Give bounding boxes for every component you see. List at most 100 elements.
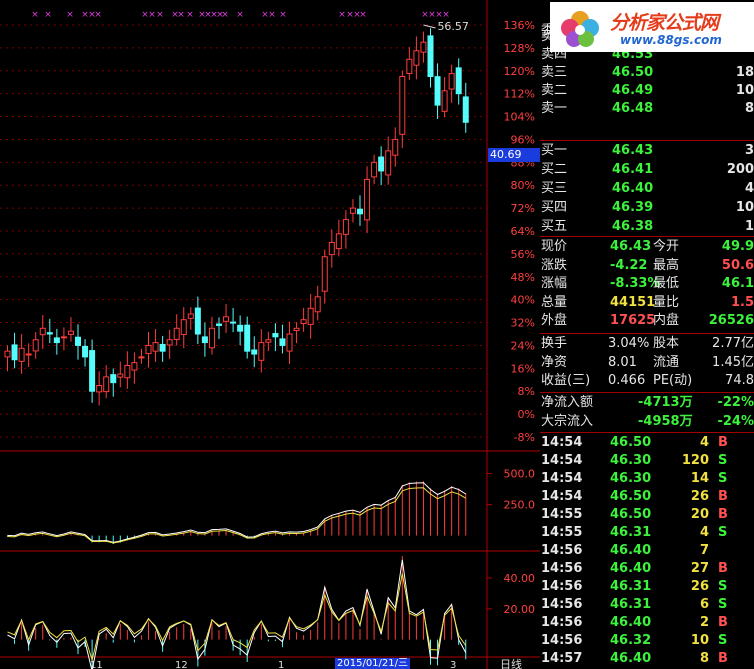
candle-body [237, 324, 244, 332]
tick-row: 14:56 46.31 6 S [540, 596, 754, 614]
quote-row: 总量 44151 量比 1.5 [540, 294, 754, 312]
candle-body [427, 35, 434, 77]
fundamental-label: 净资 [541, 354, 568, 370]
tick-side: B [718, 615, 728, 630]
candle-body [75, 336, 81, 346]
candle-body [208, 327, 215, 349]
bid-price: 46.40 [612, 181, 654, 196]
candle-body [4, 350, 11, 358]
tick-volume: 4 [699, 435, 709, 450]
price-axis-label: 120% [504, 65, 535, 78]
ask-row: 卖一 46.48 8 [540, 100, 754, 118]
signal-marker: × [44, 10, 52, 20]
bid-row: 买四 46.39 10 [540, 199, 754, 217]
candle-body [364, 179, 371, 221]
fundamental-label: 收益(三) [541, 373, 591, 388]
tick-price: 46.32 [610, 633, 652, 648]
bid-volume: 10 [735, 200, 754, 215]
ask-row: 卖二 46.49 10 [540, 82, 754, 100]
tick-row: 14:54 46.30 120 S [540, 452, 754, 470]
candle-body [378, 156, 385, 172]
tick-volume: 120 [681, 453, 709, 468]
candle-body [46, 332, 53, 335]
ask-row: 卖三 46.50 18 [540, 64, 754, 82]
kdj-axis-label: 40.00 [504, 572, 536, 585]
period-label: 日线 [500, 657, 522, 669]
bid-row: 买三 46.40 4 [540, 180, 754, 198]
tick-row: 14:54 46.50 4 B [540, 434, 754, 452]
tick-time: 14:56 [541, 579, 583, 594]
quote-value: 44151 [610, 294, 656, 310]
macd-axis-label: 250.0 [504, 499, 536, 512]
ask-volume: 18 [735, 65, 754, 80]
price-axis-label: 24% [511, 339, 535, 352]
ticks-divider [540, 432, 754, 433]
tick-price: 46.40 [610, 651, 652, 666]
fundamentals-divider [540, 333, 754, 334]
flow-row: 大宗流入 -4958万 -24% [540, 413, 754, 431]
price-axis-label: 48% [511, 271, 535, 284]
candle-body [272, 333, 279, 338]
tick-row: 14:56 46.40 7 [540, 542, 754, 560]
flow-row: 净流入额 -4713万 -22% [540, 394, 754, 412]
ask-volume: 10 [735, 83, 754, 98]
time-axis-label: 12 [175, 660, 188, 669]
tick-time: 14:56 [541, 543, 583, 558]
candle-body [180, 319, 187, 336]
candle-body [166, 339, 173, 346]
bid-price: 46.38 [612, 219, 654, 234]
candle-body [11, 344, 18, 361]
chart-area[interactable]: 136% 128% 120% 112% 104% 96% 88% 80% 72% 64% 56% 48… [0, 0, 540, 669]
candle-body [399, 76, 406, 135]
flow-pct: -24% [717, 413, 754, 429]
signal-marker: × [94, 10, 102, 20]
kline-chart[interactable]: 136%128%120%112%104%96%88%80%72%64%56%48… [0, 0, 540, 669]
candle-body [258, 342, 265, 361]
tick-side: B [718, 489, 728, 504]
tick-price: 46.31 [610, 597, 652, 612]
candle-body [25, 353, 32, 356]
candle-body [159, 343, 166, 352]
quote-value: 46.43 [610, 239, 652, 254]
signal-marker: × [148, 10, 156, 20]
quote-label: 今开 [653, 239, 680, 254]
time-axis-label: 3 [450, 660, 456, 669]
quote-value: 46.1 [721, 276, 754, 291]
bid-row: 买二 46.41 200 [540, 161, 754, 179]
candle-body [53, 337, 60, 344]
signal-marker: × [279, 10, 287, 20]
tick-side: B [718, 561, 728, 576]
candle-body [434, 76, 441, 106]
price-axis-label: 64% [511, 225, 535, 238]
tick-row: 14:55 46.50 20 B [540, 506, 754, 524]
bid-volume: 1 [744, 219, 754, 234]
candle-body [286, 333, 293, 352]
price-axis-label: 40% [511, 294, 535, 307]
quote-value: 1.5 [730, 294, 754, 310]
price-axis-label: 0% [518, 408, 535, 421]
price-axis-label: 96% [511, 133, 535, 146]
price-axis-label: 16% [511, 362, 535, 375]
flow-pct: -22% [717, 395, 754, 410]
tick-price: 46.31 [610, 525, 652, 540]
candle-body [279, 338, 286, 346]
candle-body [194, 307, 201, 335]
candle-body [300, 319, 307, 325]
signal-marker: × [177, 10, 185, 20]
logo-url: www.88gs.com [620, 33, 722, 47]
signal-marker: × [66, 10, 74, 20]
candle-body [455, 67, 462, 95]
bid-level-label: 买二 [541, 162, 568, 177]
quote-row: 涨幅 -8.33% 最低 46.1 [540, 275, 754, 293]
quote-divider [540, 236, 754, 237]
fundamental-value: 74.8 [725, 373, 754, 388]
tick-price: 46.50 [610, 489, 652, 504]
tick-time: 14:54 [541, 435, 583, 450]
candle-body [448, 73, 455, 90]
tick-row: 14:56 46.31 26 S [540, 578, 754, 596]
signal-marker: × [156, 10, 164, 20]
tick-volume: 26 [690, 489, 709, 504]
macd-dea-line [7, 487, 467, 544]
tick-volume: 27 [690, 561, 709, 576]
tick-time: 14:57 [541, 651, 583, 666]
